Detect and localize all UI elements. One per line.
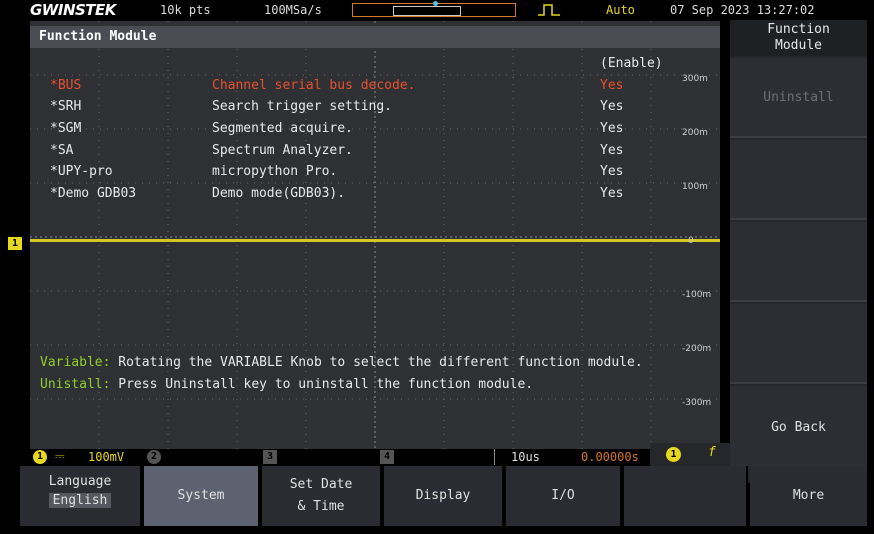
side-menu-title-text: Function Module (767, 22, 830, 53)
ch1-scale[interactable]: 100mV (88, 450, 124, 464)
overview-window (393, 6, 461, 16)
language-label: Language (48, 474, 112, 489)
ch3-badge[interactable]: 3 (263, 450, 277, 464)
scale-label: 200m (682, 128, 708, 138)
help-uninstall: Unistall: Press Uninstall key to uninsta… (40, 377, 533, 392)
side-button-empty (730, 222, 867, 302)
sample-rate: 100MSa/s (264, 3, 322, 17)
ch2-badge[interactable]: 2 (147, 450, 161, 464)
module-description: micropython Pro. (212, 164, 338, 179)
trigger-edge-icon: f (708, 445, 716, 460)
module-description: Segmented acquire. (212, 121, 353, 136)
side-menu-title: Function Module (730, 20, 867, 56)
waveform-overview (352, 1, 516, 17)
set-date-line1: Set Date (289, 477, 353, 492)
module-name: *SGM (50, 121, 82, 136)
trigger-source: 1 (666, 447, 681, 462)
trigger-edge-icon (538, 4, 560, 16)
scale-label: -200m (682, 344, 712, 354)
module-description: Search trigger setting. (212, 99, 393, 114)
side-button-empty (730, 304, 867, 384)
module-name: *Demo GDB03 (50, 186, 137, 201)
trigger-position[interactable]: 0.00000s (581, 450, 639, 464)
set-date-time-button[interactable]: Set Date & Time (262, 466, 382, 526)
display-button[interactable]: Display (384, 466, 504, 526)
panel-title: Function Module (39, 29, 157, 44)
module-name: *UPY-pro (50, 164, 113, 179)
bottom-button-empty (624, 466, 748, 526)
enable-header: (Enable) (600, 56, 663, 71)
panel-title-bar: Function Module (30, 26, 720, 48)
brand-logo: GWINSTEK (30, 1, 116, 19)
module-description: Spectrum Analyzer. (212, 143, 353, 158)
side-button-empty (730, 140, 867, 220)
help-key: Unistall: (40, 377, 111, 392)
help-text: Rotating the VARIABLE Knob to select the… (110, 355, 643, 370)
module-name: *SRH (50, 99, 82, 114)
scale-label: 0 (688, 236, 694, 246)
system-button[interactable]: System (144, 466, 260, 526)
module-enabled: Yes (600, 143, 624, 158)
overview-marker-icon (433, 1, 438, 6)
module-enabled: Yes (600, 164, 624, 179)
ch1-badge[interactable]: 1 (33, 450, 47, 464)
module-name: *SA (50, 143, 74, 158)
module-enabled: Yes (600, 78, 624, 93)
module-description: Channel serial bus decode. (212, 78, 416, 93)
scale-label: -300m (682, 398, 712, 408)
module-enabled: Yes (600, 121, 624, 136)
status-bar: GWINSTEK 10k pts 100MSa/s Auto 07 Sep 20… (0, 0, 874, 20)
scale-label: -100m (682, 290, 712, 300)
go-back-button[interactable]: Go Back (730, 386, 867, 466)
scale-label: 300m (682, 74, 708, 84)
ch1-ground-marker: 1 (8, 237, 22, 250)
language-button[interactable]: Language English (20, 466, 142, 526)
module-enabled: Yes (600, 99, 624, 114)
trigger-mode: Auto (606, 3, 635, 17)
ch1-trace (30, 239, 720, 242)
record-length: 10k pts (160, 3, 211, 17)
language-value: English (48, 493, 112, 508)
uninstall-button[interactable]: Uninstall (730, 58, 867, 138)
set-date-line2: & Time (297, 499, 345, 514)
help-text: Press Uninstall key to uninstall the fun… (110, 377, 534, 392)
help-variable: Variable: Rotating the VARIABLE Knob to … (40, 355, 643, 370)
coupling-icon: ⎓ (55, 449, 65, 463)
ch4-badge[interactable]: 4 (380, 450, 394, 464)
datetime: 07 Sep 2023 13:27:02 (670, 3, 815, 17)
more-button[interactable]: More (750, 466, 867, 526)
io-button[interactable]: I/O (506, 466, 622, 526)
timebase[interactable]: 10us (511, 450, 540, 464)
module-enabled: Yes (600, 186, 624, 201)
help-key: Variable: (40, 355, 111, 370)
scale-label: 100m (682, 182, 708, 192)
module-name: *BUS (50, 78, 82, 93)
module-description: Demo mode(GDB03). (212, 186, 346, 201)
